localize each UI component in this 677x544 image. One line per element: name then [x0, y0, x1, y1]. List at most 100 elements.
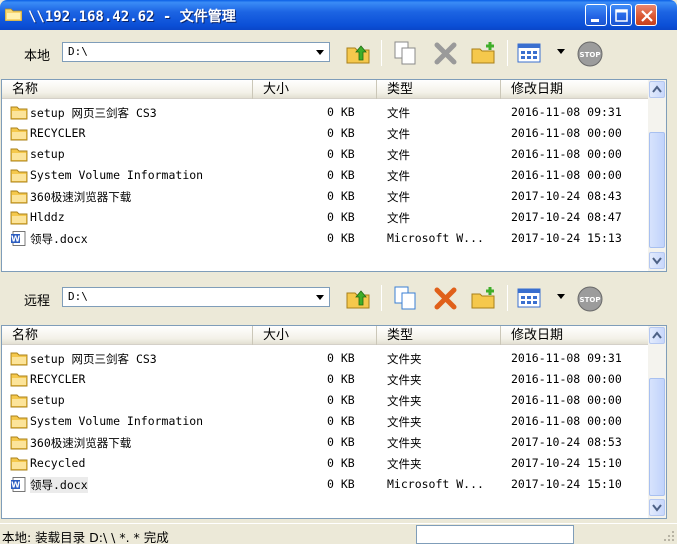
folder-icon: [10, 148, 28, 162]
scroll-up-button[interactable]: [649, 81, 665, 98]
local-delete-button[interactable]: [432, 40, 458, 66]
view-dropdown-icon[interactable]: [557, 294, 565, 300]
status-panel: [416, 525, 574, 544]
file-date: 2016-11-08 09:31: [511, 351, 622, 365]
table-row[interactable]: Hlddz 0 KB 文件 2017-10-24 08:47: [2, 207, 648, 228]
file-date: 2017-10-24 15:10: [511, 477, 622, 491]
word-doc-icon: W: [11, 477, 26, 492]
local-stop-button[interactable]: STOP: [576, 40, 603, 67]
delete-icon: [434, 42, 457, 65]
view-mode-icon: [517, 288, 541, 308]
new-folder-icon: [471, 42, 495, 64]
folder-icon: [10, 190, 28, 204]
table-row[interactable]: Recycled 0 KB 文件夹 2017-10-24 15:10: [2, 453, 648, 474]
svg-text:W: W: [11, 481, 20, 490]
column-header-date[interactable]: 修改日期: [500, 80, 648, 99]
column-header-size[interactable]: 大小: [252, 80, 376, 99]
file-type: 文件: [387, 169, 410, 183]
remote-up-folder-button[interactable]: [345, 285, 371, 311]
folder-icon: [10, 415, 28, 429]
file-type: 文件: [387, 127, 410, 141]
file-date: 2017-10-24 08:53: [511, 435, 622, 449]
remote-path-combo[interactable]: D:\: [62, 287, 330, 307]
local-label: 本地: [24, 49, 51, 64]
table-row[interactable]: setup 0 KB 文件 2016-11-08 00:00: [2, 144, 648, 165]
window-title: \\192.168.42.62 - 文件管理: [28, 9, 236, 25]
remote-stop-button[interactable]: STOP: [576, 285, 603, 312]
file-type: 文件夹: [387, 436, 422, 450]
file-name: RECYCLER: [30, 126, 86, 140]
file-date: 2016-11-08 00:00: [511, 372, 622, 386]
file-size: 0 KB: [327, 393, 355, 407]
status-text: 本地: 装载目录 D:\ \ *. * 完成: [2, 530, 169, 544]
table-row[interactable]: W 领导.docx 0 KB Microsoft W... 2017-10-24 15:…: [2, 474, 648, 495]
folder-icon: [10, 169, 28, 183]
file-type: Microsoft W...: [387, 231, 484, 245]
file-date: 2017-10-24 15:13: [511, 231, 622, 245]
table-row[interactable]: RECYCLER 0 KB 文件夹 2016-11-08 00:00: [2, 369, 648, 390]
file-size: 0 KB: [327, 147, 355, 161]
file-name: Hlddz: [30, 210, 65, 224]
local-copy-button[interactable]: [392, 40, 418, 66]
table-row[interactable]: System Volume Information 0 KB 文件 2016-11-0…: [2, 165, 648, 186]
remote-vertical-scrollbar[interactable]: [648, 326, 666, 518]
scroll-down-button[interactable]: [649, 499, 665, 516]
column-header-name[interactable]: 名称: [2, 80, 252, 99]
local-path-value: D:\: [68, 45, 88, 58]
chevron-up-icon: [652, 331, 662, 339]
file-size: 0 KB: [327, 477, 355, 491]
column-header-size[interactable]: 大小: [252, 326, 376, 345]
stop-label: STOP: [580, 51, 601, 59]
remote-copy-button[interactable]: [392, 285, 418, 311]
file-name: 领导.docx: [30, 232, 88, 246]
table-row[interactable]: setup 0 KB 文件夹 2016-11-08 00:00: [2, 390, 648, 411]
chevron-down-icon: [652, 257, 662, 265]
remote-delete-button[interactable]: [432, 285, 458, 311]
column-header-type[interactable]: 类型: [376, 326, 500, 345]
file-name: RECYCLER: [30, 372, 86, 386]
maximize-icon: [615, 9, 628, 22]
remote-new-folder-button[interactable]: [470, 285, 496, 311]
local-up-folder-button[interactable]: [345, 40, 371, 66]
chevron-down-icon[interactable]: [313, 290, 327, 304]
close-button[interactable]: [635, 4, 657, 26]
scroll-down-button[interactable]: [649, 252, 665, 269]
file-name: 360极速浏览器下载: [30, 436, 132, 450]
table-row[interactable]: System Volume Information 0 KB 文件夹 2016-11-…: [2, 411, 648, 432]
folder-icon: [10, 211, 28, 225]
resize-grip-icon[interactable]: [663, 530, 675, 542]
scroll-up-button[interactable]: [649, 327, 665, 344]
file-type: 文件: [387, 211, 410, 225]
file-size: 0 KB: [327, 168, 355, 182]
column-header-date[interactable]: 修改日期: [500, 326, 648, 345]
local-new-folder-button[interactable]: [470, 40, 496, 66]
folder-icon: [10, 394, 28, 408]
column-header-type[interactable]: 类型: [376, 80, 500, 99]
table-row[interactable]: 360极速浏览器下载 0 KB 文件 2017-10-24 08:43: [2, 186, 648, 207]
local-view-mode-button[interactable]: [516, 40, 542, 66]
local-vertical-scrollbar[interactable]: [648, 80, 666, 271]
scroll-thumb[interactable]: [649, 132, 665, 248]
close-icon: [641, 10, 653, 22]
table-row[interactable]: W 领导.docx 0 KB Microsoft W... 2017-10-24 15:…: [2, 228, 648, 249]
delete-icon: [434, 287, 457, 310]
svg-text:W: W: [11, 235, 20, 244]
table-row[interactable]: RECYCLER 0 KB 文件 2016-11-08 00:00: [2, 123, 648, 144]
file-name: 360极速浏览器下载: [30, 190, 132, 204]
stop-icon: STOP: [577, 41, 603, 67]
minimize-button[interactable]: [585, 4, 607, 26]
scroll-thumb[interactable]: [649, 378, 665, 496]
table-row[interactable]: 360极速浏览器下载 0 KB 文件夹 2017-10-24 08:53: [2, 432, 648, 453]
title-bar: \\192.168.42.62 - 文件管理: [0, 0, 677, 30]
chevron-down-icon[interactable]: [313, 45, 327, 59]
maximize-button[interactable]: [610, 4, 632, 26]
table-row[interactable]: setup 网页三剑客 CS3 0 KB 文件 2016-11-08 09:31: [2, 102, 648, 123]
view-dropdown-icon[interactable]: [557, 49, 565, 55]
remote-view-mode-button[interactable]: [516, 285, 542, 311]
file-size: 0 KB: [327, 126, 355, 140]
local-path-combo[interactable]: D:\: [62, 42, 330, 62]
folder-icon: [10, 127, 28, 141]
column-header-name[interactable]: 名称: [2, 326, 252, 345]
file-name: setup: [30, 393, 65, 407]
table-row[interactable]: setup 网页三剑客 CS3 0 KB 文件夹 2016-11-08 09:31: [2, 348, 648, 369]
